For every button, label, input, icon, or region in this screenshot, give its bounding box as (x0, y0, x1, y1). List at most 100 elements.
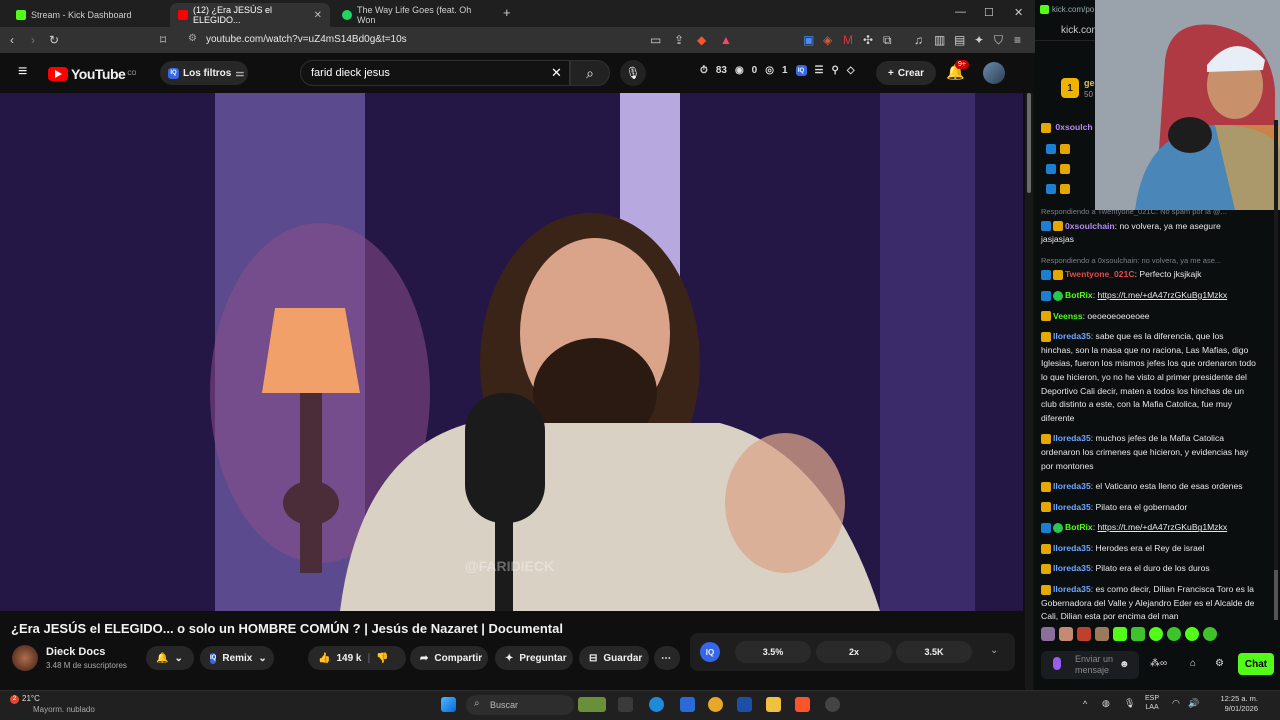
remix-button[interactable]: IQ Remix ⌄ (200, 646, 274, 670)
copilot-icon[interactable] (708, 697, 723, 712)
share-button[interactable]: ➦ Compartir (410, 646, 488, 670)
mail-icon[interactable] (737, 697, 752, 712)
minimize-icon[interactable]: — (955, 6, 966, 18)
chat-username[interactable]: lloreda35 (1053, 584, 1091, 594)
emote-icon[interactable] (1167, 627, 1181, 641)
taskbar-search[interactable]: ⌕ Buscar (466, 695, 574, 715)
new-tab-button[interactable]: + (503, 5, 511, 20)
url-field[interactable]: ⚙ youtube.com/watch?v=uZ4mS14Bd0g&t=10s (180, 30, 780, 50)
microphone-icon[interactable] (1053, 657, 1061, 670)
emote-icon[interactable] (1131, 627, 1145, 641)
dislike-icon[interactable]: 👎 (376, 653, 388, 664)
wallet-icon[interactable]: ▤ (954, 33, 965, 47)
chat-username[interactable]: lloreda35 (1053, 481, 1091, 491)
forward-icon[interactable]: › (31, 33, 35, 47)
widget-icon[interactable] (578, 697, 606, 712)
tray-mic-icon[interactable]: 🎙 (1124, 698, 1135, 709)
brave-rewards-icon[interactable]: ▲ (720, 33, 732, 47)
channel-name[interactable]: Dieck Docs (46, 646, 105, 658)
install-icon[interactable]: ▭ (650, 33, 661, 47)
settings-gear-icon[interactable]: ⚙ (1215, 658, 1224, 669)
create-button[interactable]: + Crear (876, 61, 936, 85)
voice-search-button[interactable]: 🎙 (620, 60, 646, 86)
iq-stat-multiplier[interactable]: 2x (816, 641, 892, 663)
reload-icon[interactable]: ↻ (49, 33, 59, 47)
input-language[interactable]: ESP LAA (1145, 694, 1159, 712)
window-close-icon[interactable]: ✕ (1014, 6, 1023, 19)
share-icon[interactable]: ⇪ (674, 33, 684, 47)
list-icon[interactable]: ☰ (815, 65, 824, 76)
chevron-down-icon[interactable]: ⌄ (990, 645, 998, 656)
task-view-icon[interactable] (618, 697, 633, 712)
store-icon[interactable]: ⌂ (1190, 658, 1196, 669)
tab-youtube[interactable]: (12) ¿Era JESÚS el ELEGIDO... ✕ (170, 3, 330, 27)
chat-username[interactable]: lloreda35 (1053, 563, 1091, 573)
chat-username[interactable]: lloreda35 (1053, 331, 1091, 341)
tab-spotify[interactable]: The Way Life Goes (feat. Oh Won (334, 3, 494, 27)
menu-icon[interactable]: ≡ (1014, 33, 1021, 47)
obs-icon[interactable] (825, 697, 840, 712)
emote-icon[interactable] (1059, 627, 1073, 641)
brave-shield-icon[interactable]: ◆ (697, 33, 706, 47)
gift-sub-icon[interactable]: ⁂∞ (1150, 658, 1167, 669)
search-button[interactable]: ⌕ (570, 60, 610, 86)
vpn-icon[interactable]: ⛉ (994, 33, 1003, 48)
volume-icon[interactable]: 🔊 (1188, 698, 1199, 709)
like-count[interactable]: 149 k (336, 653, 361, 664)
chat-username[interactable]: lloreda35 (1053, 433, 1091, 443)
page-scrollbar-thumb[interactable] (1027, 93, 1031, 193)
reply-context[interactable]: Respondiendo a 0xsoulchain: no volvera, … (1041, 254, 1256, 268)
close-tab-icon[interactable]: ✕ (314, 10, 322, 21)
brave-browser-icon[interactable] (795, 697, 810, 712)
file-explorer-icon[interactable] (766, 697, 781, 712)
send-chat-button[interactable]: Chat (1238, 653, 1274, 675)
chat-username[interactable]: BotRix (1065, 522, 1093, 532)
emoji-icon[interactable]: ☻ (1119, 659, 1130, 670)
emote-icon[interactable] (1203, 627, 1217, 641)
back-icon[interactable]: ‹ (10, 33, 14, 47)
chat-username[interactable]: lloreda35 (1053, 502, 1091, 512)
sidebar-icon[interactable]: ▥ (934, 33, 945, 47)
kick-url[interactable]: kick.com/po (1052, 5, 1094, 14)
chat-scrollbar-thumb[interactable] (1274, 570, 1278, 620)
subscribed-bell-button[interactable]: 🔔 ⌄ (146, 646, 194, 670)
translate-icon[interactable]: ▣ (803, 33, 814, 47)
site-info-icon[interactable]: ⚙ (188, 33, 197, 44)
bookmark-icon[interactable]: ⌑ (160, 33, 166, 47)
video-player[interactable]: @FARIDIECK (0, 93, 1023, 611)
search-input[interactable]: farid dieck jesus ✕ (300, 60, 570, 86)
tray-app-icon[interactable]: ◍ (1102, 698, 1110, 709)
more-actions-button[interactable]: ⋯ (654, 646, 680, 670)
emote-icon[interactable] (1041, 627, 1055, 641)
system-clock[interactable]: 12:25 a. m. 9/01/2026 (1208, 694, 1258, 714)
maximize-icon[interactable]: ☐ (984, 6, 994, 19)
iq-logo-icon[interactable]: IQ (700, 642, 720, 662)
store-app-icon[interactable] (680, 697, 695, 712)
channel-avatar[interactable] (12, 645, 38, 671)
chat-username[interactable]: Twentyone_021C (1065, 269, 1135, 279)
chat-scrollbar[interactable] (1274, 120, 1278, 620)
tab-kick-dashboard[interactable]: Stream - Kick Dashboard (8, 3, 168, 27)
chat-username[interactable]: BotRix (1065, 290, 1093, 300)
extension-fox-icon[interactable]: ◈ (823, 33, 832, 47)
chat-link[interactable]: https://t.me/+dA47rzGKuBg1Mzkx (1097, 290, 1227, 300)
emote-icon[interactable] (1113, 627, 1127, 641)
weather-condition[interactable]: Mayorm. nublado (33, 705, 95, 714)
top-gifter-user[interactable]: 0xsoulch (1041, 122, 1093, 133)
save-button[interactable]: ⊟ Guardar (579, 646, 649, 670)
ask-button[interactable]: ✦ Preguntar (495, 646, 573, 670)
emote-icon[interactable] (1149, 627, 1163, 641)
chat-username[interactable]: 0xsoulchain (1065, 221, 1115, 231)
leo-ai-icon[interactable]: ✦ (974, 33, 984, 47)
tray-chevron-icon[interactable]: ^ (1083, 699, 1087, 709)
media-icon[interactable]: ♫ (914, 33, 923, 47)
edge-icon[interactable] (649, 697, 664, 712)
wifi-icon[interactable]: ◠ (1172, 698, 1180, 709)
mask-icon[interactable]: ◇ (847, 65, 855, 76)
chat-username[interactable]: Veenss (1053, 311, 1083, 321)
screenshot-icon[interactable]: ⧉ (883, 33, 892, 48)
youtube-logo[interactable]: YouTube CO (48, 66, 136, 82)
emote-icon[interactable] (1185, 627, 1199, 641)
extension-m-icon[interactable]: M (843, 33, 853, 47)
clear-search-icon[interactable]: ✕ (551, 65, 562, 81)
